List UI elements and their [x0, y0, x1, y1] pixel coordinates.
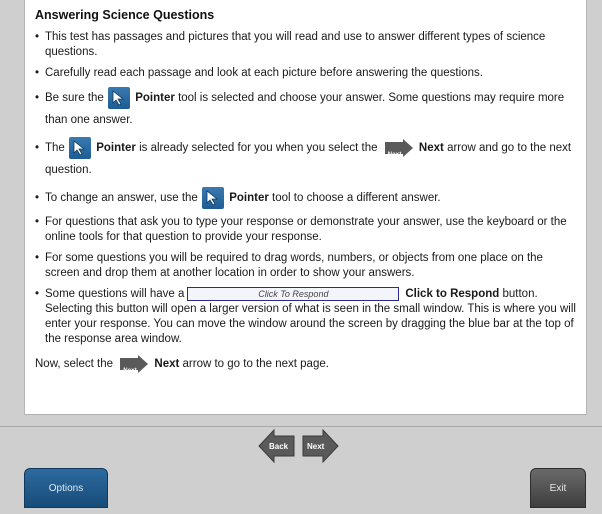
- footer-divider: [0, 426, 602, 427]
- test-window: Answering Science Questions • This test h…: [0, 0, 602, 514]
- list-item: • Carefully read each passage and look at…: [35, 66, 578, 81]
- instruction-text: For questions that ask you to type your …: [45, 216, 567, 244]
- pointer-label: Pointer: [229, 192, 269, 205]
- next-label: Next: [418, 142, 444, 155]
- next-arrow-icon: Next: [383, 139, 414, 158]
- instruction-text: Now, select the: [35, 358, 113, 371]
- bullet-dot: •: [35, 142, 40, 155]
- instruction-text: Carefully read each passage and look at …: [45, 67, 483, 79]
- pointer-label: Pointer: [135, 92, 175, 105]
- instruction-text: This test has passages and pictures that…: [45, 31, 546, 58]
- next-label: Next: [154, 358, 180, 371]
- bullet-dot: •: [35, 216, 40, 229]
- exit-button[interactable]: Exit: [530, 468, 586, 508]
- click-to-respond-sample: Click To Respond: [187, 287, 400, 302]
- bullet-dot: •: [35, 31, 40, 43]
- back-label: Back: [269, 442, 289, 451]
- bullet-dot: •: [35, 67, 40, 79]
- instruction-text: is already selected for you when you sel…: [139, 142, 378, 155]
- list-item: • For questions that ask you to type your…: [35, 215, 578, 245]
- page-title: Answering Science Questions: [35, 8, 215, 22]
- pointer-arrow-icon: [108, 87, 131, 109]
- bullet-dot: •: [35, 288, 40, 301]
- next-icon-text: Next: [123, 368, 137, 375]
- bullet-dot: •: [35, 192, 40, 205]
- list-item: • Be sure the Pointer tool is selected an…: [35, 87, 578, 131]
- next-arrow-icon: Next: [118, 355, 149, 374]
- options-button[interactable]: Options: [24, 468, 108, 508]
- pointer-label: Pointer: [96, 142, 136, 155]
- pointer-arrow-icon: [69, 137, 92, 160]
- click-to-respond-label: Click to Respond: [405, 288, 500, 301]
- list-item: • To change an answer, use the Pointer to…: [35, 187, 578, 210]
- instruction-text: tool to choose a different answer.: [272, 192, 441, 205]
- instruction-text: For some questions you will be required …: [45, 252, 543, 280]
- instructions-list: • This test has passages and pictures tha…: [35, 30, 578, 347]
- next-icon-text: Next: [387, 152, 402, 159]
- pointer-arrow-icon: [202, 187, 225, 210]
- instruction-text: To change an answer, use the: [45, 192, 198, 205]
- closing-instruction: Now, select the Next Next arrow to go to…: [35, 353, 578, 375]
- list-item: • For some questions you will be required…: [35, 251, 578, 281]
- back-button[interactable]: Back: [258, 428, 295, 464]
- instruction-text: Some questions will have a: [45, 288, 185, 301]
- instruction-text: The: [45, 142, 65, 155]
- list-item: • Some questions will have a Click To Resp…: [35, 287, 578, 347]
- list-item: • This test has passages and pictures tha…: [35, 30, 578, 60]
- list-item: • The Pointer is already selected for you…: [35, 137, 578, 181]
- instruction-text: arrow to go to the next page.: [182, 358, 329, 371]
- next-button[interactable]: Next: [302, 428, 339, 464]
- bullet-dot: •: [35, 252, 40, 265]
- bullet-dot: •: [35, 92, 40, 104]
- instructions-panel: Answering Science Questions • This test h…: [24, 0, 587, 415]
- next-label: Next: [307, 442, 325, 451]
- instruction-text: Be sure the: [45, 92, 104, 105]
